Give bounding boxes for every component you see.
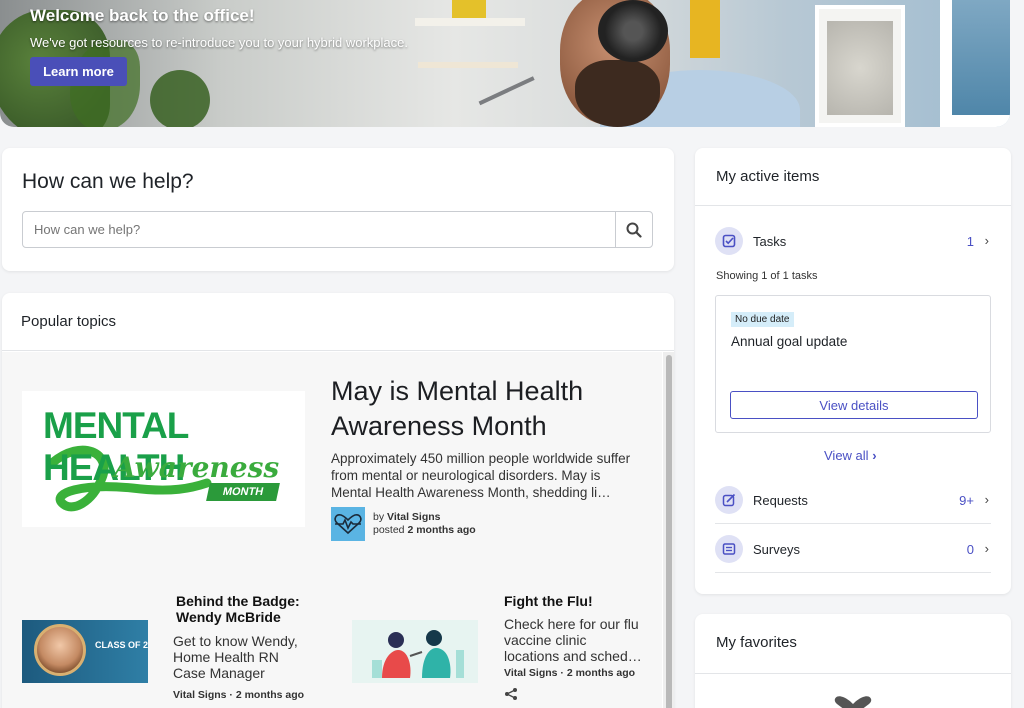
article-meta: Vital Signs · 2 months ago xyxy=(504,667,636,679)
headphones-decoration xyxy=(598,0,668,62)
author-name[interactable]: Vital Signs xyxy=(387,511,441,523)
learn-more-button[interactable]: Learn more xyxy=(30,57,127,86)
box-decoration xyxy=(690,0,720,58)
surveys-count: 0 xyxy=(966,542,974,557)
search-icon xyxy=(626,222,642,238)
active-items-header: My active items xyxy=(695,148,1011,206)
popular-topics-title: Popular topics xyxy=(21,313,117,330)
search-input[interactable] xyxy=(23,212,616,247)
view-details-button[interactable]: View details xyxy=(730,391,978,419)
search-box xyxy=(22,211,653,248)
task-icon xyxy=(715,227,743,255)
image-text: MONTH xyxy=(206,483,280,501)
heartbeat-icon xyxy=(334,514,362,535)
shelf-decoration xyxy=(415,18,525,26)
task-title: Annual goal update xyxy=(731,334,848,349)
task-card: No due date Annual goal update View deta… xyxy=(715,295,991,433)
request-icon xyxy=(715,486,743,514)
hero-banner: Welcome back to the office! We've got re… xyxy=(0,0,1010,127)
requests-label: Requests xyxy=(753,493,808,508)
featured-byline: by Vital Signs posted 2 months ago xyxy=(373,511,476,536)
lamp-decoration xyxy=(478,76,542,120)
chevron-right-icon: › xyxy=(984,233,989,248)
tasks-count: 1 xyxy=(966,234,974,249)
article-title[interactable]: Fight the Flu! xyxy=(504,593,593,609)
search-button[interactable] xyxy=(615,212,652,247)
vaccine-illustration xyxy=(372,630,464,678)
requests-row[interactable]: Requests 9+ › xyxy=(715,480,991,520)
divider xyxy=(715,572,991,573)
vital-signs-avatar xyxy=(331,507,365,541)
shelf-decoration xyxy=(418,62,518,68)
article-description: Check here for our flu vaccine clinic lo… xyxy=(504,616,642,664)
scrollbar-thumb[interactable] xyxy=(666,355,672,708)
article-title[interactable]: Behind the Badge: Wendy McBride xyxy=(176,593,316,625)
behind-the-badge-image[interactable]: CLASS OF 2 xyxy=(22,620,148,683)
box-decoration xyxy=(452,0,486,18)
popular-topics-header: Popular topics xyxy=(2,293,674,351)
heart-icon xyxy=(834,696,872,708)
share-icon[interactable] xyxy=(504,687,518,701)
chevron-right-icon: › xyxy=(984,541,989,556)
wendy-photo xyxy=(34,624,86,676)
requests-count: 9+ xyxy=(959,493,974,508)
due-date-badge: No due date xyxy=(731,312,794,327)
favorites-card: My favorites xyxy=(695,614,1011,708)
survey-icon xyxy=(715,535,743,563)
surveys-row[interactable]: Surveys 0 › xyxy=(715,529,991,569)
article-meta: Vital Signs · 2 months ago xyxy=(173,689,305,701)
picture-frame xyxy=(940,0,1010,127)
chevron-right-icon: › xyxy=(872,448,877,463)
tasks-label: Tasks xyxy=(753,234,787,249)
hero-subtitle: We've got resources to re-introduce you … xyxy=(30,35,408,50)
person-beard xyxy=(575,60,660,127)
surveys-label: Surveys xyxy=(753,542,800,557)
view-all-link[interactable]: View all › xyxy=(824,448,877,463)
active-items-title: My active items xyxy=(716,168,820,185)
favorites-header: My favorites xyxy=(695,614,1011,674)
help-card: How can we help? xyxy=(2,148,674,271)
divider xyxy=(715,523,991,524)
help-title: How can we help? xyxy=(22,170,194,193)
article-description: Get to know Wendy, Home Health RN Case M… xyxy=(173,633,298,681)
image-text: Awareness xyxy=(114,451,280,484)
favorites-title: My favorites xyxy=(716,634,797,651)
showing-text: Showing 1 of 1 tasks xyxy=(716,270,818,282)
plant-decoration xyxy=(150,70,210,127)
picture-frame xyxy=(815,5,905,127)
popular-topics-card: Popular topics MENTAL HEALTH Awareness M… xyxy=(2,293,674,708)
active-items-card: My active items Tasks 1 › Showing 1 of 1… xyxy=(695,148,1011,594)
featured-article-description: Approximately 450 million people worldwi… xyxy=(331,451,631,500)
popular-topics-list: MENTAL HEALTH Awareness MONTH May is Men… xyxy=(2,352,662,708)
tasks-row[interactable]: Tasks 1 › xyxy=(715,221,991,261)
featured-article-title[interactable]: May is Mental Health Awareness Month xyxy=(331,374,631,444)
image-text: CLASS OF 2 xyxy=(95,640,148,650)
hero-title: Welcome back to the office! xyxy=(30,6,255,25)
fight-the-flu-image[interactable] xyxy=(352,620,478,683)
chevron-right-icon: › xyxy=(984,492,989,507)
mental-health-image[interactable]: MENTAL HEALTH Awareness MONTH xyxy=(22,391,305,527)
